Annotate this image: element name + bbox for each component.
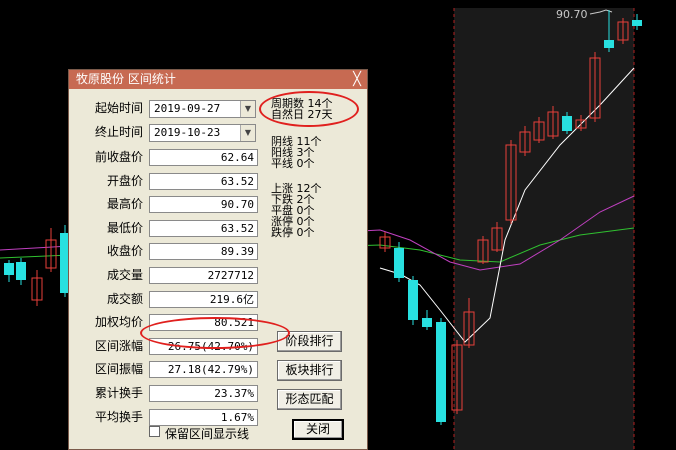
- candle-body: [422, 318, 432, 327]
- end-time-label: 终止时间: [94, 125, 143, 139]
- keep-interval-line-label: 保留区间显示线: [165, 427, 250, 441]
- stat-summary-line: 平线 0个: [271, 157, 315, 170]
- stat-label: 区间振幅: [94, 362, 143, 377]
- candle-body: [408, 280, 418, 320]
- keep-interval-line-checkbox[interactable]: [149, 426, 160, 437]
- chevron-down-icon[interactable]: ▼: [240, 101, 255, 117]
- candle-body: [562, 116, 572, 131]
- candle-body: [436, 322, 446, 422]
- stat-label: 开盘价: [106, 173, 143, 188]
- candle-body: [4, 263, 14, 275]
- stat-label: 累计换手: [94, 386, 143, 400]
- stat-value-field: 63.52: [149, 172, 258, 190]
- stat-label: 收盘价: [106, 244, 143, 259]
- end-time-value: 2019-10-23: [154, 126, 221, 139]
- stat-value-field: 62.64: [149, 149, 258, 166]
- stat-value-field: 2727712: [149, 267, 258, 284]
- chevron-down-icon[interactable]: ▼: [240, 125, 255, 141]
- end-time-select[interactable]: 2019-10-23 ▼: [149, 124, 256, 142]
- candle-body: [632, 20, 642, 26]
- pattern-match-button[interactable]: 形态匹配: [277, 389, 342, 410]
- stat-value-field: 219.6亿: [149, 290, 258, 308]
- stat-label: 成交量: [106, 268, 143, 282]
- candle-body: [16, 262, 26, 280]
- start-time-select[interactable]: 2019-09-27 ▼: [149, 100, 256, 118]
- stat-label: 区间涨幅: [94, 338, 143, 353]
- dialog-titlebar[interactable]: 牧原股份 区间统计 ╳: [69, 70, 367, 89]
- stat-value-field: 90.70: [149, 196, 258, 214]
- close-button[interactable]: 关闭: [292, 419, 344, 440]
- start-time-value: 2019-09-27: [154, 102, 221, 115]
- stat-value-field: 27.18(42.79%): [149, 361, 258, 379]
- start-time-label: 起始时间: [94, 101, 143, 115]
- candle-body: [604, 40, 614, 48]
- stat-value-field: 63.52: [149, 219, 258, 237]
- stat-label: 前收盘价: [94, 150, 143, 164]
- stat-label: 加权均价: [94, 315, 143, 330]
- stat-label: 最低价: [106, 220, 143, 235]
- highlight-oval-change: [140, 317, 290, 349]
- top-price-label: 90.70: [556, 8, 588, 21]
- stat-value-field: 23.37%: [149, 385, 258, 402]
- stat-summary-line: 跌停 0个: [271, 226, 315, 239]
- dialog-title: 牧原股份 区间统计: [76, 72, 176, 86]
- candle-body: [394, 248, 404, 278]
- stat-label: 平均换手: [94, 409, 143, 424]
- stat-label: 最高价: [106, 197, 143, 212]
- highlight-oval-period: [259, 91, 359, 127]
- stat-value-field: 89.39: [149, 243, 258, 261]
- close-icon[interactable]: ╳: [353, 70, 361, 89]
- stat-label: 成交额: [106, 291, 143, 306]
- interval-shade: [454, 8, 634, 450]
- stat-value-field: 1.67%: [149, 408, 258, 426]
- sector-ranking-button[interactable]: 板块排行: [277, 360, 342, 381]
